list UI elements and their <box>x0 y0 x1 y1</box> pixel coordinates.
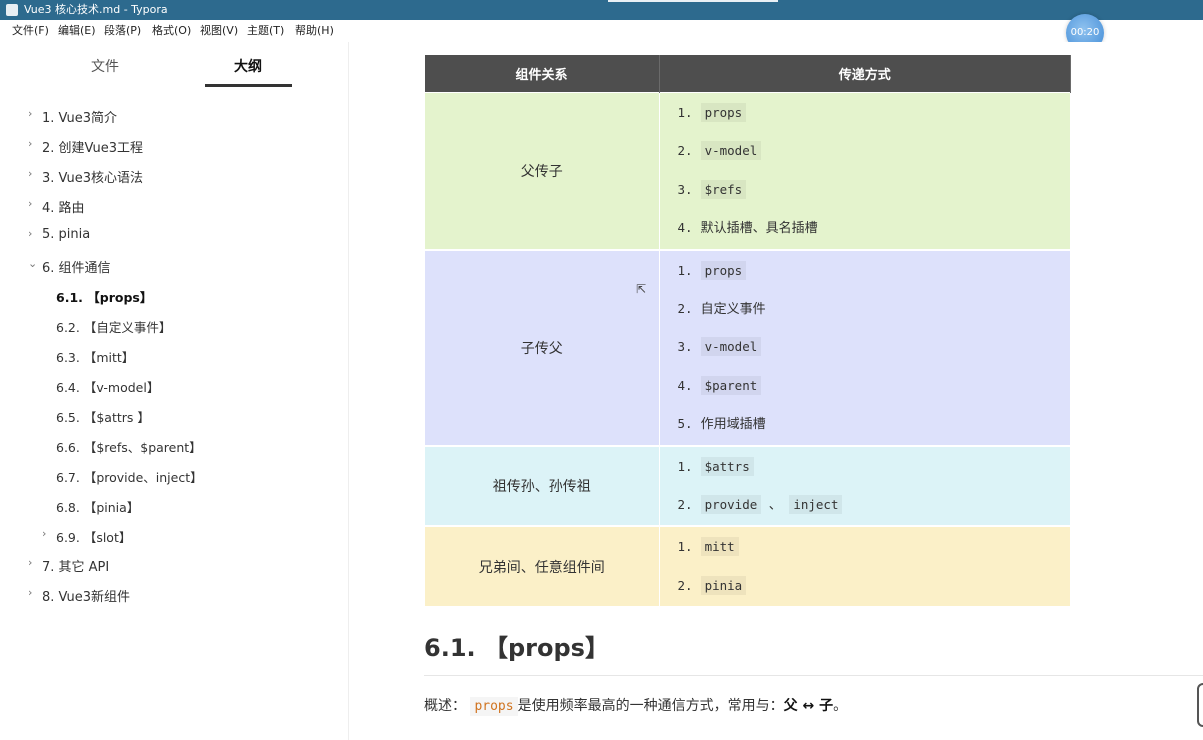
relation-cell: 祖传孙、孙传祖 <box>424 445 660 528</box>
overview-paragraph: 概述： props 是使用频率最高的一种通信方式，常用与：父 ↔ 子。 <box>424 697 848 716</box>
table-header-method: 传递方式 <box>659 55 1071 93</box>
menu-file[interactable]: 文件(F) <box>12 20 49 42</box>
list-item: 5. 作用域插槽 <box>677 416 766 433</box>
chevron-right-icon[interactable]: › <box>28 586 32 599</box>
tab-active-underline <box>205 84 292 87</box>
chevron-down-icon[interactable]: ⌄ <box>28 257 37 270</box>
chevron-right-icon[interactable]: › <box>28 197 32 210</box>
menu-view[interactable]: 视图(V) <box>200 20 238 42</box>
outline-item-6-3[interactable]: 6.3. 【mitt】 <box>56 347 134 366</box>
menu-bar: 文件(F) 编辑(E) 段落(P) 格式(O) 视图(V) 主题(T) 帮助(H… <box>0 20 1203 42</box>
menu-help[interactable]: 帮助(H) <box>295 20 334 42</box>
outline-item-6-9[interactable]: › 6.9. 【slot】 <box>42 527 131 546</box>
outline-item-6-8[interactable]: 6.8. 【pinia】 <box>56 497 139 516</box>
outline-item-2[interactable]: › 2. 创建Vue3工程 <box>28 137 143 156</box>
table-row: 父传子 1. props 2. v-model 3. $refs 4. 默认插槽、具名插… <box>424 91 1071 251</box>
list-item: 2. provide 、 inject <box>661 486 1070 524</box>
heading-divider <box>424 675 1203 676</box>
outline-item-1[interactable]: › 1. Vue3简介 <box>28 107 117 126</box>
menu-format[interactable]: 格式(O) <box>152 20 191 42</box>
outline-item-3[interactable]: › 3. Vue3核心语法 <box>28 167 143 186</box>
outline-item-5[interactable]: › 5. pinia <box>28 227 90 242</box>
outline-item-6-7[interactable]: 6.7. 【provide、inject】 <box>56 467 203 486</box>
list-item: 1. mitt <box>661 528 1070 566</box>
outline-item-7[interactable]: › 7. 其它 API <box>28 556 109 575</box>
window-title: Vue3 核心技术.md - Typora <box>24 3 168 16</box>
chevron-right-icon[interactable]: › <box>28 227 32 240</box>
outline-item-6-2[interactable]: 6.2. 【自定义事件】 <box>56 317 171 336</box>
side-handle-button[interactable] <box>1197 683 1203 727</box>
outline-item-6-1[interactable]: 6.1. 【props】 <box>56 287 152 306</box>
method-cell: 1. props 2. v-model 3. $refs 4. 默认插槽、具名插槽 <box>658 91 1071 251</box>
component-relation-table: 组件关系 传递方式 父传子 1. props 2. v-model 3. $refs … <box>424 55 1071 609</box>
relation-cell: 父传子 <box>424 91 660 251</box>
list-item: 2. v-model <box>661 132 1070 170</box>
table-header-relation: 组件关系 <box>424 55 660 93</box>
chevron-right-icon[interactable]: › <box>28 556 32 569</box>
outline-item-4[interactable]: › 4. 路由 <box>28 197 85 216</box>
inline-code: props <box>470 697 518 716</box>
list-item: 4. $parent <box>661 367 1070 405</box>
title-bar: Vue3 核心技术.md - Typora <box>0 0 1203 20</box>
title-progress-strip <box>608 0 778 2</box>
list-item: 2. 自定义事件 <box>677 300 766 317</box>
outline-item-6-4[interactable]: 6.4. 【v-model】 <box>56 377 159 396</box>
table-row: 子传父 1. props 2. 自定义事件 3. v-model 4. $parent … <box>424 249 1071 447</box>
menu-paragraph[interactable]: 段落(P) <box>104 20 141 42</box>
relation-cell: 子传父 <box>424 249 660 447</box>
outline-item-6-5[interactable]: 6.5. 【$attrs 】 <box>56 407 150 426</box>
list-item: 1. props <box>661 94 1070 132</box>
editor-content[interactable]: 组件关系 传递方式 父传子 1. props 2. v-model 3. $refs … <box>349 42 1203 740</box>
table-row: 兄弟间、任意组件间 1. mitt 2. pinia <box>424 525 1071 609</box>
sidebar: 文件 大纲 › 1. Vue3简介 › 2. 创建Vue3工程 › 3. Vue3核心… <box>0 42 349 740</box>
chevron-right-icon[interactable]: › <box>28 107 32 120</box>
outline-item-6[interactable]: ⌄ 6. 组件通信 <box>28 257 111 276</box>
list-item: 4. 默认插槽、具名插槽 <box>677 220 818 237</box>
chevron-right-icon[interactable]: › <box>28 167 32 180</box>
menu-edit[interactable]: 编辑(E) <box>58 20 96 42</box>
list-item: 3. $refs <box>661 171 1070 209</box>
method-cell: 1. props 2. 自定义事件 3. v-model 4. $parent 5. 作用… <box>658 249 1071 447</box>
section-heading: 6.1. 【props】 <box>424 634 609 662</box>
method-cell: 1. mitt 2. pinia <box>658 525 1071 609</box>
menu-theme[interactable]: 主题(T) <box>247 20 284 42</box>
table-row: 祖传孙、孙传祖 1. $attrs 2. provide 、 inject <box>424 445 1071 528</box>
relation-cell: 兄弟间、任意组件间 <box>424 525 660 609</box>
list-item: 1. props <box>661 252 1070 290</box>
tab-outline[interactable]: 大纲 <box>203 56 293 76</box>
chevron-right-icon[interactable]: › <box>28 137 32 150</box>
list-item: 2. pinia <box>661 567 1070 605</box>
outline-item-8[interactable]: › 8. Vue3新组件 <box>28 586 130 605</box>
list-item: 3. v-model <box>661 328 1070 366</box>
chevron-right-icon[interactable]: › <box>42 527 46 540</box>
typora-app-icon <box>6 4 18 16</box>
mouse-pointer-icon: ⇱ <box>636 282 647 296</box>
outline-item-6-6[interactable]: 6.6. 【$refs、$parent】 <box>56 437 202 456</box>
method-cell: 1. $attrs 2. provide 、 inject <box>658 445 1071 528</box>
list-item: 1. $attrs <box>661 448 1070 486</box>
tab-files[interactable]: 文件 <box>60 56 150 76</box>
